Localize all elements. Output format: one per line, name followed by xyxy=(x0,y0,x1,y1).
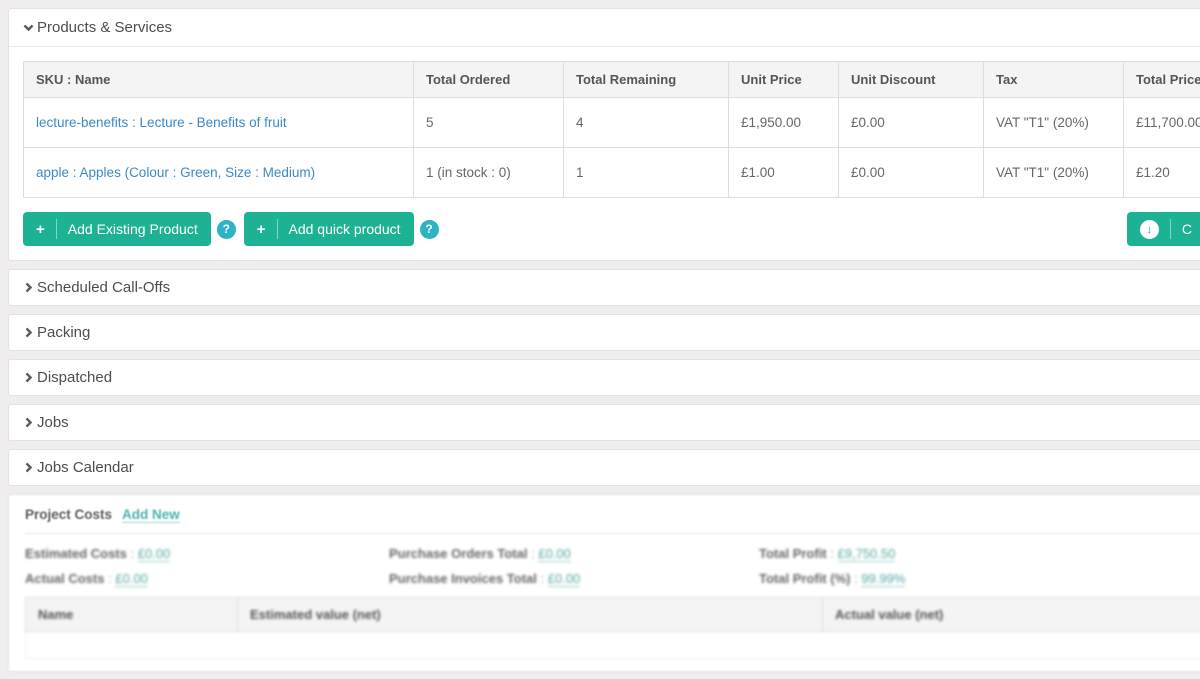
products-services-panel: Products & Services SKU : Name Total Ord… xyxy=(8,8,1200,261)
cell-total-price: £11,700.00 xyxy=(1124,98,1200,148)
chevron-right-icon xyxy=(22,326,35,339)
separator: : xyxy=(830,546,834,561)
stats-column: Estimated Costs : £0.00 Actual Costs : £… xyxy=(25,546,389,587)
project-costs-table: Name Estimated value (net) Actual value … xyxy=(25,597,1200,659)
section-jobs-calendar[interactable]: Jobs Calendar xyxy=(8,449,1200,486)
col-unit-discount: Unit Discount xyxy=(839,62,984,98)
project-costs-table-header-row: Name Estimated value (net) Actual value … xyxy=(26,598,1200,632)
product-link[interactable]: apple : Apples (Colour : Green, Size : M… xyxy=(36,165,315,180)
section-label: Packing xyxy=(37,324,90,341)
separator: : xyxy=(854,571,858,586)
stat-purchase-invoices-total: Purchase Invoices Total : £0.00 xyxy=(389,571,759,587)
cell-unit-discount: £0.00 xyxy=(839,98,984,148)
help-icon[interactable]: ? xyxy=(420,220,439,239)
stat-actual-costs: Actual Costs : £0.00 xyxy=(25,571,389,587)
section-jobs[interactable]: Jobs xyxy=(8,404,1200,441)
col-total-ordered: Total Ordered xyxy=(414,62,564,98)
cell-unit-price: £1,950.00 xyxy=(729,98,839,148)
separator: : xyxy=(108,571,112,586)
section-label: Jobs Calendar xyxy=(37,459,134,476)
cell-total-ordered: 1 (in stock : 0) xyxy=(414,148,564,198)
col-total-price: Total Price xyxy=(1124,62,1200,98)
cell-total-ordered: 5 xyxy=(414,98,564,148)
project-costs-panel: Project Costs Add New Estimated Costs : … xyxy=(8,494,1200,672)
cell-total-remaining: 1 xyxy=(564,148,729,198)
col-total-remaining: Total Remaining xyxy=(564,62,729,98)
button-divider xyxy=(1170,219,1171,239)
stats-column: Purchase Orders Total : £0.00 Purchase I… xyxy=(389,546,759,587)
separator: : xyxy=(531,546,535,561)
section-label: Jobs xyxy=(37,414,69,431)
col-name: Name xyxy=(26,598,238,632)
section-title: Products & Services xyxy=(37,19,172,36)
chevron-down-icon xyxy=(22,21,35,34)
stat-value-link[interactable]: £0.00 xyxy=(138,546,171,562)
project-costs-header: Project Costs Add New xyxy=(25,507,1200,534)
col-unit-price: Unit Price xyxy=(729,62,839,98)
cell-total-price: £1.20 xyxy=(1124,148,1200,198)
products-services-header[interactable]: Products & Services xyxy=(9,9,1200,47)
project-costs-stats: Estimated Costs : £0.00 Actual Costs : £… xyxy=(25,546,1200,587)
col-tax: Tax xyxy=(984,62,1124,98)
add-existing-product-button[interactable]: + Add Existing Product xyxy=(23,212,211,246)
stat-value-link[interactable]: £0.00 xyxy=(538,546,571,562)
products-table-header-row: SKU : Name Total Ordered Total Remaining… xyxy=(24,62,1200,98)
table-row: lecture-benefits : Lecture - Benefits of… xyxy=(24,98,1200,148)
plus-icon: + xyxy=(257,222,266,237)
stat-value-link[interactable]: 99.99% xyxy=(861,571,905,587)
cell-unit-price: £1.00 xyxy=(729,148,839,198)
section-label: Dispatched xyxy=(37,369,112,386)
stat-purchase-orders-total: Purchase Orders Total : £0.00 xyxy=(389,546,759,562)
call-off-button-truncated[interactable]: ↓ C xyxy=(1127,212,1200,246)
button-divider xyxy=(277,219,278,239)
chevron-right-icon xyxy=(22,461,35,474)
empty-row xyxy=(26,632,1200,659)
stat-value-link[interactable]: £0.00 xyxy=(115,571,148,587)
add-quick-product-button[interactable]: + Add quick product xyxy=(244,212,414,246)
cell-tax: VAT "T1" (20%) xyxy=(984,98,1124,148)
stat-estimated-costs: Estimated Costs : £0.00 xyxy=(25,546,389,562)
col-actual-value-net: Actual value (net) xyxy=(823,598,1200,632)
product-link[interactable]: lecture-benefits : Lecture - Benefits of… xyxy=(36,115,287,130)
separator: : xyxy=(131,546,135,561)
chevron-right-icon xyxy=(22,416,35,429)
products-table: SKU : Name Total Ordered Total Remaining… xyxy=(23,61,1200,198)
cell-unit-discount: £0.00 xyxy=(839,148,984,198)
button-divider xyxy=(56,219,57,239)
section-scheduled-call-offs[interactable]: Scheduled Call-Offs xyxy=(8,269,1200,306)
stat-total-profit-pct: Total Profit (%) : 99.99% xyxy=(759,571,905,587)
stat-total-profit: Total Profit : £9,750.50 xyxy=(759,546,905,562)
col-estimated-value-net: Estimated value (net) xyxy=(238,598,823,632)
add-new-link[interactable]: Add New xyxy=(122,507,180,523)
add-quick-product-label: Add quick product xyxy=(289,221,401,237)
stat-value-link[interactable]: £9,750.50 xyxy=(838,546,896,562)
stat-value-link[interactable]: £0.00 xyxy=(548,571,581,587)
page: Products & Services SKU : Name Total Ord… xyxy=(0,0,1200,672)
plus-icon: + xyxy=(36,222,45,237)
add-existing-product-label: Add Existing Product xyxy=(68,221,198,237)
section-label: Scheduled Call-Offs xyxy=(37,279,170,296)
truncated-button-label: C xyxy=(1182,221,1192,237)
cell-total-remaining: 4 xyxy=(564,98,729,148)
col-sku-name: SKU : Name xyxy=(24,62,414,98)
products-actions-row: + Add Existing Product ? + Add quick pro… xyxy=(23,212,1200,246)
circle-down-arrow-icon: ↓ xyxy=(1140,220,1159,239)
chevron-right-icon xyxy=(22,281,35,294)
help-icon[interactable]: ? xyxy=(217,220,236,239)
products-services-body: SKU : Name Total Ordered Total Remaining… xyxy=(9,47,1200,260)
separator: : xyxy=(541,571,545,586)
stats-column: Total Profit : £9,750.50 Total Profit (%… xyxy=(759,546,905,587)
project-costs-title: Project Costs xyxy=(25,507,112,522)
cell-tax: VAT "T1" (20%) xyxy=(984,148,1124,198)
table-row: apple : Apples (Colour : Green, Size : M… xyxy=(24,148,1200,198)
cell-sku-name: lecture-benefits : Lecture - Benefits of… xyxy=(24,98,414,148)
section-packing[interactable]: Packing xyxy=(8,314,1200,351)
chevron-right-icon xyxy=(22,371,35,384)
section-dispatched[interactable]: Dispatched xyxy=(8,359,1200,396)
cell-sku-name: apple : Apples (Colour : Green, Size : M… xyxy=(24,148,414,198)
